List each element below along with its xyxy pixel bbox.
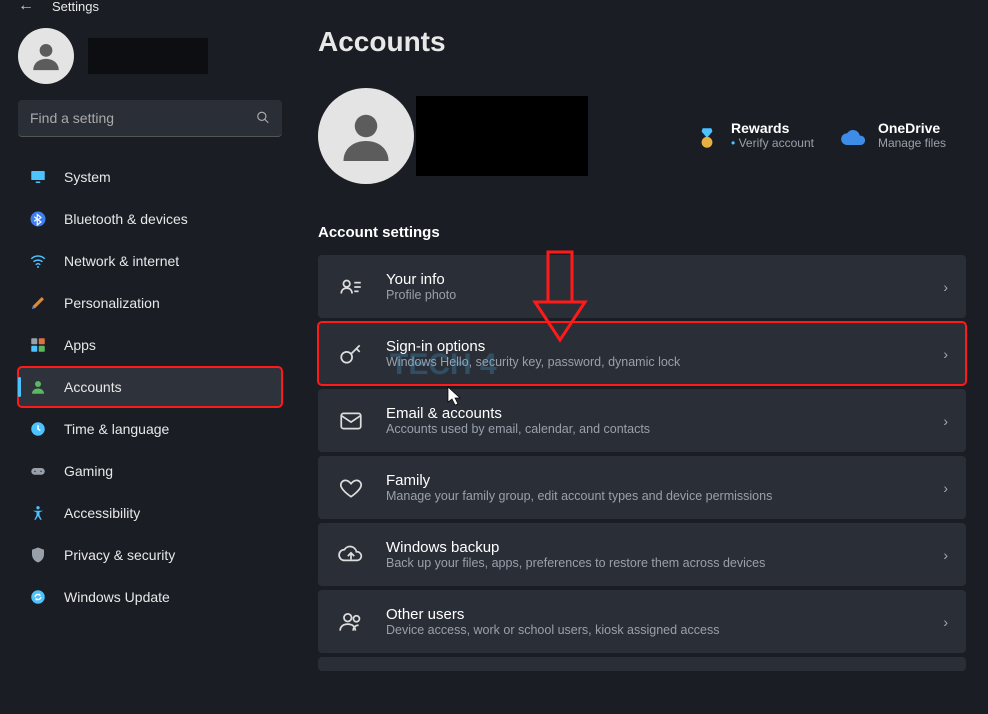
setting-title: Other users xyxy=(386,606,719,623)
shield-icon xyxy=(28,545,48,565)
setting-family[interactable]: Family Manage your family group, edit ac… xyxy=(318,456,966,519)
sidebar-item-label: Gaming xyxy=(64,463,113,479)
avatar-icon xyxy=(18,28,74,84)
onedrive-tile[interactable]: OneDrive Manage files xyxy=(840,120,946,152)
chevron-right-icon: › xyxy=(943,413,948,429)
sidebar-item-time[interactable]: Time & language xyxy=(18,409,282,449)
id-card-icon xyxy=(336,272,366,302)
rewards-subtitle: Verify account xyxy=(731,136,814,150)
chevron-right-icon: › xyxy=(943,480,948,496)
page-title: Accounts xyxy=(318,26,966,58)
onedrive-subtitle: Manage files xyxy=(878,136,946,150)
setting-subtitle: Accounts used by email, calendar, and co… xyxy=(386,422,650,436)
sidebar-item-label: System xyxy=(64,169,111,185)
bluetooth-icon xyxy=(28,209,48,229)
account-header-row: Rewards Verify account OneDrive Manage f… xyxy=(318,88,966,184)
wifi-icon xyxy=(28,251,48,271)
main-panel: Accounts Rewards Verify account xyxy=(300,12,988,714)
sidebar-item-label: Personalization xyxy=(64,295,160,311)
sidebar-item-label: Accessibility xyxy=(64,505,140,521)
avatar-large-icon[interactable] xyxy=(318,88,414,184)
paintbrush-icon xyxy=(28,293,48,313)
chevron-right-icon: › xyxy=(943,614,948,630)
setting-subtitle: Back up your files, apps, preferences to… xyxy=(386,556,765,570)
rewards-icon xyxy=(693,124,721,152)
sidebar-item-bluetooth[interactable]: Bluetooth & devices xyxy=(18,199,282,239)
sidebar-item-privacy[interactable]: Privacy & security xyxy=(18,535,282,575)
sidebar-item-label: Accounts xyxy=(64,379,122,395)
chevron-right-icon: › xyxy=(943,279,948,295)
sidebar-item-system[interactable]: System xyxy=(18,157,282,197)
setting-title: Family xyxy=(386,472,772,489)
setting-subtitle: Manage your family group, edit account t… xyxy=(386,489,772,503)
account-name-redacted xyxy=(416,96,588,176)
search-input[interactable] xyxy=(18,100,282,137)
gamepad-icon xyxy=(28,461,48,481)
update-icon xyxy=(28,587,48,607)
setting-windows-backup[interactable]: Windows backup Back up your files, apps,… xyxy=(318,523,966,586)
sidebar-item-accounts[interactable]: Accounts xyxy=(18,367,282,407)
sidebar-item-label: Windows Update xyxy=(64,589,170,605)
setting-subtitle: Device access, work or school users, kio… xyxy=(386,623,719,637)
setting-other-users[interactable]: Other users Device access, work or schoo… xyxy=(318,590,966,653)
rewards-tile[interactable]: Rewards Verify account xyxy=(693,120,814,152)
user-name-redacted xyxy=(88,38,208,74)
sidebar-item-update[interactable]: Windows Update xyxy=(18,577,282,617)
sidebar-item-label: Privacy & security xyxy=(64,547,175,563)
setting-title: Sign-in options xyxy=(386,338,680,355)
chevron-right-icon: › xyxy=(943,547,948,563)
mail-icon xyxy=(336,406,366,436)
accessibility-icon xyxy=(28,503,48,523)
sidebar-item-personalization[interactable]: Personalization xyxy=(18,283,282,323)
setting-item-cutoff[interactable] xyxy=(318,657,966,671)
person-icon xyxy=(28,377,48,397)
search-wrap xyxy=(18,100,282,137)
cloud-icon xyxy=(840,124,868,152)
users-icon xyxy=(336,607,366,637)
setting-email-accounts[interactable]: Email & accounts Accounts used by email,… xyxy=(318,389,966,452)
rewards-title: Rewards xyxy=(731,120,814,136)
sidebar-item-label: Bluetooth & devices xyxy=(64,211,188,227)
setting-subtitle: Windows Hello, security key, password, d… xyxy=(386,355,680,369)
setting-title: Your info xyxy=(386,271,456,288)
clock-icon xyxy=(28,419,48,439)
backup-icon xyxy=(336,540,366,570)
chevron-right-icon: › xyxy=(943,346,948,362)
section-title: Account settings xyxy=(318,224,966,241)
user-block[interactable] xyxy=(18,22,282,98)
search-icon xyxy=(256,110,270,127)
sidebar-item-network[interactable]: Network & internet xyxy=(18,241,282,281)
setting-title: Email & accounts xyxy=(386,405,650,422)
sidebar: System Bluetooth & devices Network & int… xyxy=(0,12,300,714)
display-icon xyxy=(28,167,48,187)
window-header: ← Settings xyxy=(0,0,988,12)
onedrive-title: OneDrive xyxy=(878,120,946,136)
sidebar-item-label: Time & language xyxy=(64,421,169,437)
sidebar-item-label: Apps xyxy=(64,337,96,353)
setting-title: Windows backup xyxy=(386,539,765,556)
apps-icon xyxy=(28,335,48,355)
setting-subtitle: Profile photo xyxy=(386,288,456,302)
setting-sign-in-options[interactable]: Sign-in options Windows Hello, security … xyxy=(318,322,966,385)
key-icon xyxy=(336,339,366,369)
setting-your-info[interactable]: Your info Profile photo › xyxy=(318,255,966,318)
sidebar-item-accessibility[interactable]: Accessibility xyxy=(18,493,282,533)
sidebar-item-gaming[interactable]: Gaming xyxy=(18,451,282,491)
heart-icon xyxy=(336,473,366,503)
sidebar-item-apps[interactable]: Apps xyxy=(18,325,282,365)
sidebar-item-label: Network & internet xyxy=(64,253,179,269)
